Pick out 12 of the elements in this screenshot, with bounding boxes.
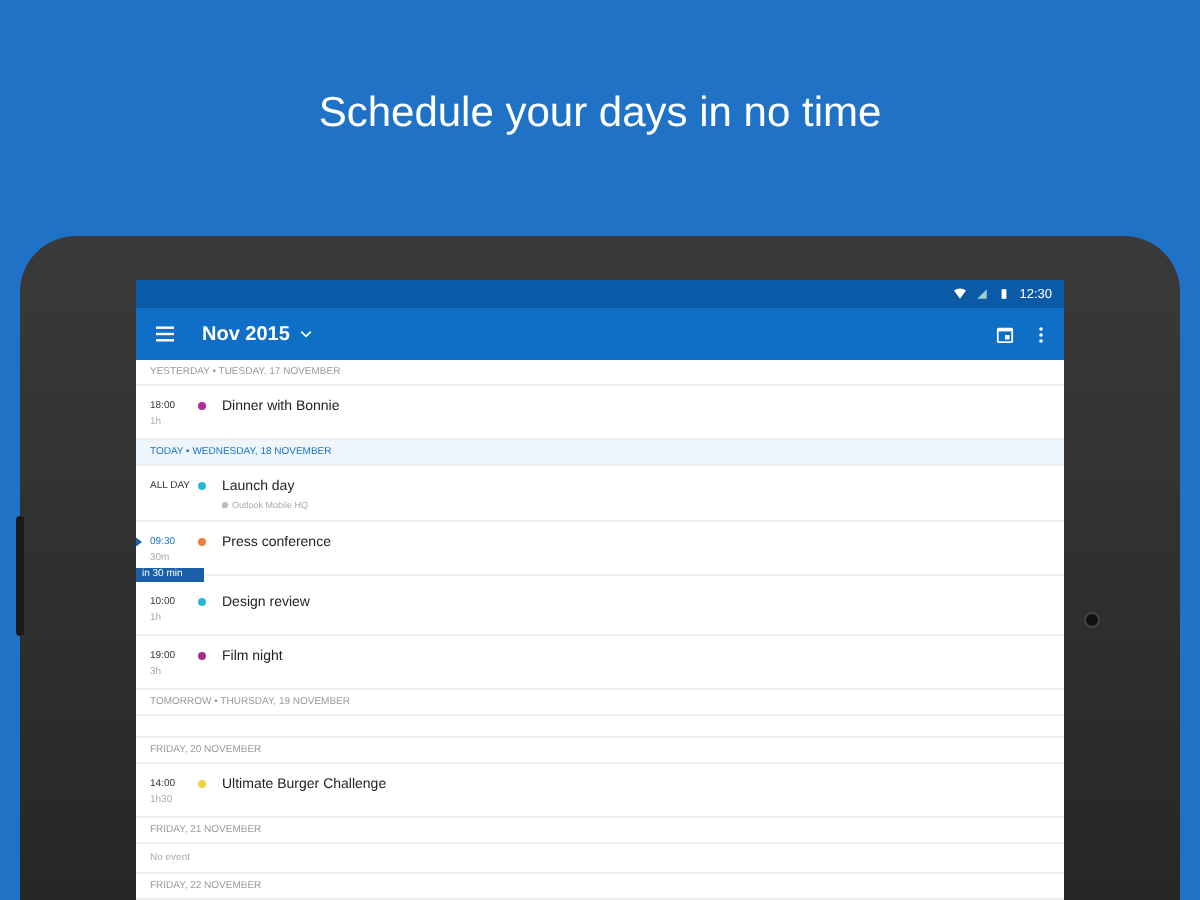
calendar-icon[interactable] [996,325,1014,343]
more-options-icon[interactable] [1038,325,1044,343]
signal-icon [975,288,988,300]
side-button-icon [16,516,24,636]
current-time-marker-icon [136,536,142,548]
location-pin-icon [222,502,228,508]
caret-icon[interactable] [299,330,312,338]
camera-icon [1084,612,1100,628]
menu-icon[interactable] [156,326,174,342]
wifi-icon [953,288,966,300]
headline: Schedule your days in no time [316,88,884,140]
month-selector[interactable]: Nov 2015 [202,323,290,345]
